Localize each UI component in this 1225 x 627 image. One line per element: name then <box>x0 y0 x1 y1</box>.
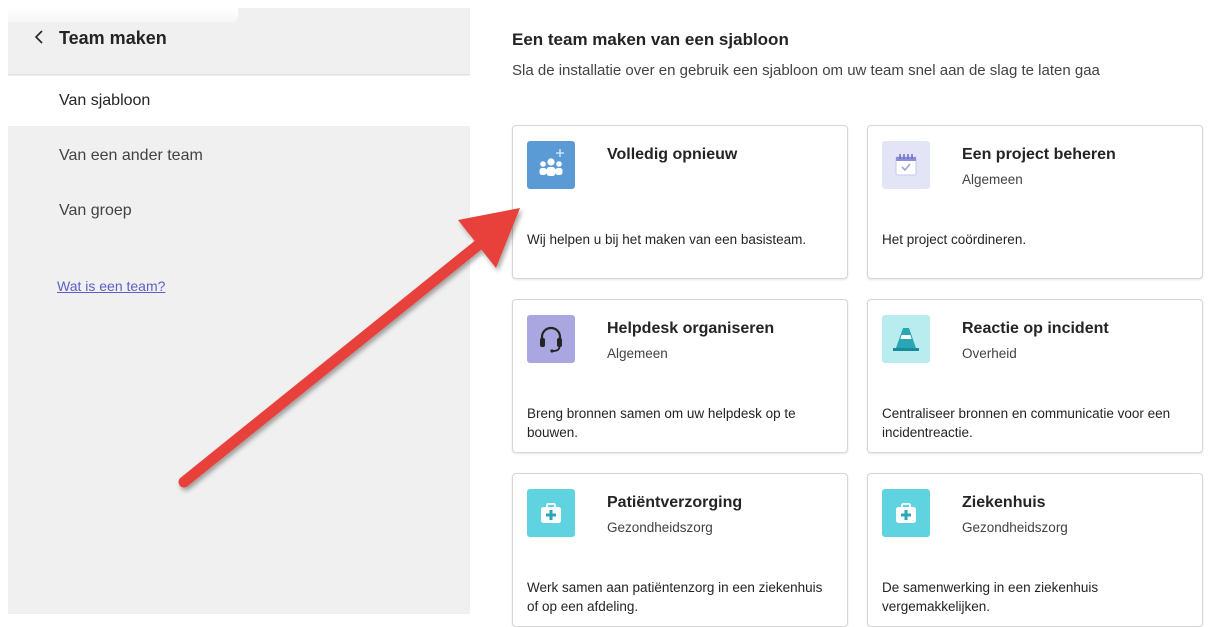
card-title: Een project beheren <box>962 146 1116 163</box>
template-card-incident-response[interactable]: Reactie op incident Overheid Centralisee… <box>867 299 1203 453</box>
card-description: Breng bronnen samen om uw helpdesk op te… <box>527 406 796 440</box>
nav-item-from-group[interactable]: Van groep <box>8 186 470 236</box>
card-description: De samenwerking in een ziekenhuis vergem… <box>882 580 1099 614</box>
card-category: Algemeen <box>607 346 668 361</box>
card-title: Helpdesk organiseren <box>607 320 775 337</box>
tile <box>527 141 575 189</box>
left-panel: Team maken Van sjabloon Van een ander te… <box>8 8 470 614</box>
template-card-hospital[interactable]: Ziekenhuis Gezondheidszorg De samenwerki… <box>867 473 1203 627</box>
card-title: Volledig opnieuw <box>607 146 738 163</box>
card-category: Overheid <box>962 346 1017 361</box>
panel-header: Team maken <box>8 8 470 75</box>
template-card-helpdesk[interactable]: Helpdesk organiseren Algemeen Breng bron… <box>512 299 848 453</box>
section-subtitle: Sla de installatie over en gebruik een s… <box>512 62 1100 79</box>
card-category: Gezondheidszorg <box>962 520 1068 535</box>
calendar-check-icon <box>895 154 917 176</box>
tile <box>527 489 575 537</box>
people-add-icon <box>539 149 564 176</box>
tile <box>882 315 930 363</box>
template-card-from-scratch[interactable]: Volledig opnieuw Wij helpen u bij het ma… <box>512 125 848 279</box>
card-description: Wij helpen u bij het maken van een basis… <box>527 232 807 247</box>
card-title: Ziekenhuis <box>962 494 1046 511</box>
nav-item-from-other-team[interactable]: Van een ander team <box>8 131 470 181</box>
nav-item-label: Van groep <box>59 202 132 219</box>
template-card-manage-project[interactable]: Een project beheren Algemeen Het project… <box>867 125 1203 279</box>
card-description: Het project coördineren. <box>882 232 1027 247</box>
nav-item-label: Van sjabloon <box>59 92 151 109</box>
tile <box>882 489 930 537</box>
chevron-left-icon[interactable] <box>32 28 46 46</box>
card-title: Reactie op incident <box>962 320 1109 337</box>
template-card-patient-care[interactable]: Patiëntverzorging Gezondheidszorg Werk s… <box>512 473 848 627</box>
nav-item-from-template[interactable]: Van sjabloon <box>8 76 470 126</box>
card-category: Gezondheidszorg <box>607 520 713 535</box>
traffic-cone-icon <box>893 328 919 351</box>
card-category: Algemeen <box>962 172 1023 187</box>
tile <box>527 315 575 363</box>
headset-icon <box>540 326 562 353</box>
nav-item-label: Van een ander team <box>59 147 203 164</box>
card-description: Werk samen aan patiëntenzorg in een ziek… <box>527 580 823 614</box>
page-title: Team maken <box>59 28 167 48</box>
card-description: Centraliseer bronnen en communicatie voo… <box>882 406 1171 440</box>
section-title: Een team maken van een sjabloon <box>512 30 789 49</box>
what-is-a-team-link[interactable]: Wat is een team? <box>57 278 165 294</box>
medical-kit-icon <box>541 503 561 523</box>
card-title: Patiëntverzorging <box>607 494 743 511</box>
tile <box>882 141 930 189</box>
medical-kit-icon <box>896 503 916 523</box>
